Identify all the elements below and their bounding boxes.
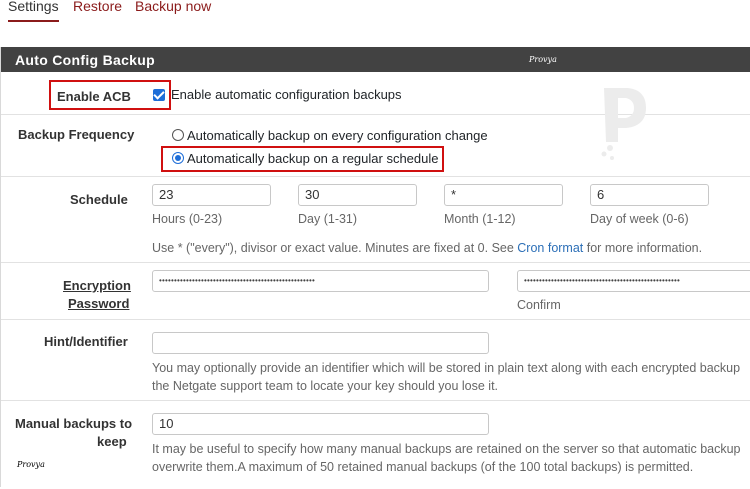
divider — [1, 262, 750, 263]
tab-backup-now[interactable]: Backup now — [135, 0, 211, 16]
divider — [1, 319, 750, 320]
hint-identifier-label: Hint/Identifier — [44, 334, 128, 349]
schedule-hours-caption: Hours (0-23) — [152, 212, 223, 226]
watermark-logo-bottom: Provya — [17, 460, 45, 469]
panel-title: Auto Config Backup — [1, 47, 750, 72]
encryption-label-line1: Encryption — [63, 278, 131, 293]
enable-acb-label: Enable ACB — [57, 89, 131, 104]
schedule-help: Use * ("every"), divisor or exact value.… — [152, 239, 702, 257]
frequency-radio-every-change[interactable] — [172, 129, 184, 141]
manual-help-line1: It may be useful to specify how many man… — [152, 442, 741, 456]
hint-identifier-input[interactable] — [152, 332, 489, 354]
tab-restore[interactable]: Restore — [73, 0, 122, 16]
schedule-label: Schedule — [70, 192, 128, 207]
frequency-radio-regular-schedule[interactable] — [172, 152, 184, 164]
encryption-label-line2: Password — [68, 296, 130, 311]
enable-acb-checkbox[interactable] — [153, 89, 165, 101]
cron-format-link[interactable]: Cron format — [517, 241, 583, 255]
schedule-day-input[interactable]: 30 — [298, 184, 417, 206]
divider — [1, 400, 750, 401]
encryption-password-input[interactable]: ••••••••••••••••••••••••••••••••••••••••… — [152, 270, 489, 292]
schedule-month-caption: Month (1-12) — [444, 212, 516, 226]
manual-backups-input[interactable]: 10 — [152, 413, 489, 435]
watermark-logo: Provya — [529, 55, 557, 64]
manual-help-line2: overwrite them.A maximum of 50 retained … — [152, 460, 694, 474]
schedule-dow-input[interactable]: 6 — [590, 184, 709, 206]
frequency-option-every-change: Automatically backup on every configurat… — [187, 128, 488, 143]
schedule-day-caption: Day (1-31) — [298, 212, 358, 226]
enable-acb-text: Enable automatic configuration backups — [171, 87, 402, 102]
hint-help-line2: the Netgate support team to locate your … — [152, 379, 499, 393]
hint-help-line1: You may optionally provide an identifier… — [152, 361, 741, 375]
schedule-help-suffix: for more information. — [583, 241, 703, 255]
schedule-dow-caption: Day of week (0-6) — [590, 212, 689, 226]
schedule-hours-input[interactable]: 23 — [152, 184, 271, 206]
confirm-caption: Confirm — [517, 298, 561, 312]
divider — [1, 176, 750, 177]
schedule-month-input[interactable]: * — [444, 184, 563, 206]
manual-backups-label-line1: Manual backups to — [15, 416, 133, 431]
schedule-help-text: Use * ("every"), divisor or exact value.… — [152, 241, 518, 255]
manual-backups-label-line2: keep — [97, 434, 127, 449]
watermark-p-icon — [601, 88, 646, 160]
backup-frequency-label: Backup Frequency — [18, 127, 135, 142]
tab-settings[interactable]: Settings — [8, 0, 59, 22]
tab-bar: Settings Restore Backup now — [0, 0, 750, 30]
frequency-option-regular-schedule: Automatically backup on a regular schedu… — [187, 151, 439, 166]
encryption-confirm-input[interactable]: ••••••••••••••••••••••••••••••••••••••••… — [517, 270, 750, 292]
